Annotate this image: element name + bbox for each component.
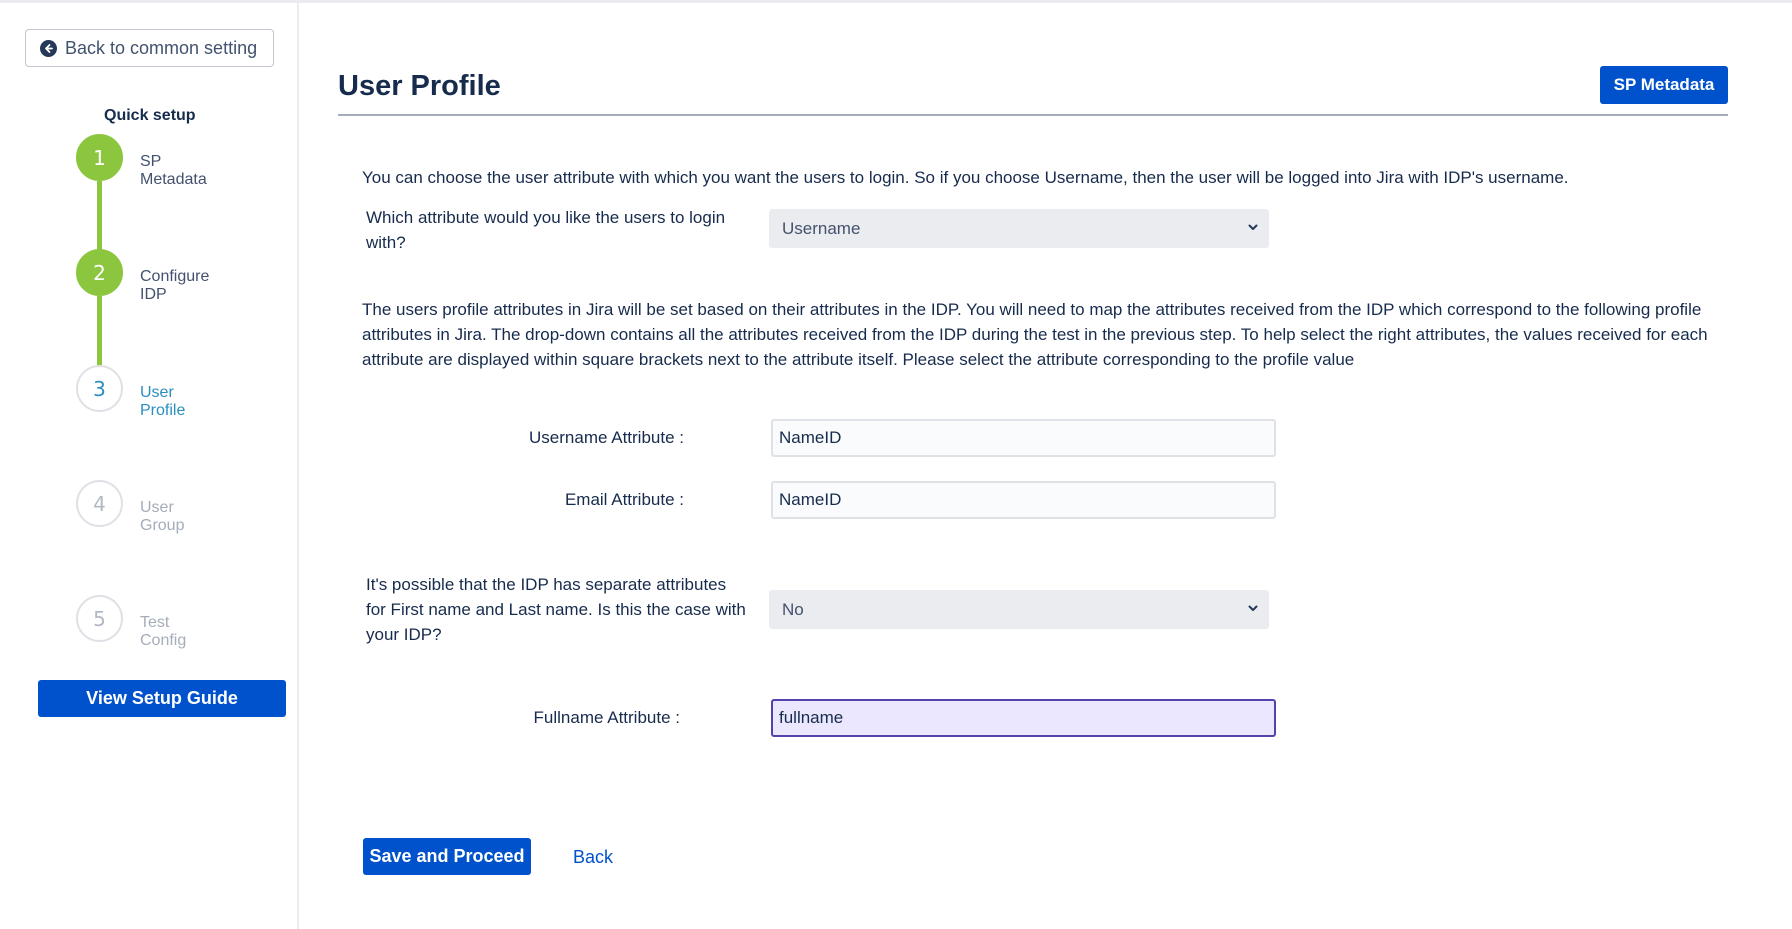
chevron-down-icon (1248, 224, 1258, 230)
sidebar: Back to common setting Quick setup 1 SP … (0, 3, 299, 929)
separate-name-select-value: No (782, 599, 804, 619)
email-attribute-label: Email Attribute : (564, 490, 684, 509)
chevron-down-icon (1248, 605, 1258, 611)
fullname-attribute-input[interactable]: fullname (771, 699, 1276, 737)
step-3-circle[interactable]: 3 (76, 365, 123, 412)
login-attribute-question: Which attribute would you like the users… (366, 208, 726, 252)
page-title: User Profile (338, 70, 501, 102)
username-attribute-input[interactable]: NameID (771, 419, 1276, 457)
username-attribute-label: Username Attribute : (529, 428, 684, 447)
fullname-attribute-label: Fullname Attribute : (533, 708, 680, 727)
step-3-label[interactable]: User Profile (140, 384, 185, 420)
back-to-common-setting-button[interactable]: Back to common setting (25, 29, 274, 67)
step-connector (97, 181, 102, 251)
separate-name-question: It's possible that the IDP has separate … (366, 575, 746, 644)
back-to-common-setting-label: Back to common setting (65, 37, 258, 58)
email-attribute-input[interactable]: NameID (771, 481, 1276, 519)
step-connector (97, 296, 102, 366)
step-4-label: User Group (140, 499, 185, 534)
step-1-circle[interactable]: 1 (76, 134, 123, 181)
back-link[interactable]: Back (573, 847, 613, 868)
step-2-circle[interactable]: 2 (76, 249, 123, 296)
separate-name-select[interactable]: No (769, 590, 1269, 629)
login-attribute-select[interactable]: Username (769, 209, 1269, 248)
step-5-label: Test Config (140, 614, 187, 649)
login-attribute-info: You can choose the user attribute with w… (362, 168, 1569, 187)
step-5-circle: 5 (76, 595, 123, 642)
sp-metadata-button[interactable]: SP Metadata (1600, 66, 1728, 104)
title-divider (338, 114, 1728, 116)
step-1-label[interactable]: SP Metadata (140, 153, 207, 189)
attribute-mapping-info: The users profile attributes in Jira wil… (362, 300, 1708, 369)
quick-setup-title: Quick setup (104, 107, 196, 124)
save-and-proceed-button[interactable]: Save and Proceed (363, 838, 531, 875)
view-setup-guide-button[interactable]: View Setup Guide (38, 680, 286, 717)
login-attribute-select-value: Username (782, 218, 861, 238)
step-2-label[interactable]: Configure IDP (140, 268, 209, 304)
step-4-circle: 4 (76, 480, 123, 527)
arrow-left-circle-icon (40, 39, 57, 57)
